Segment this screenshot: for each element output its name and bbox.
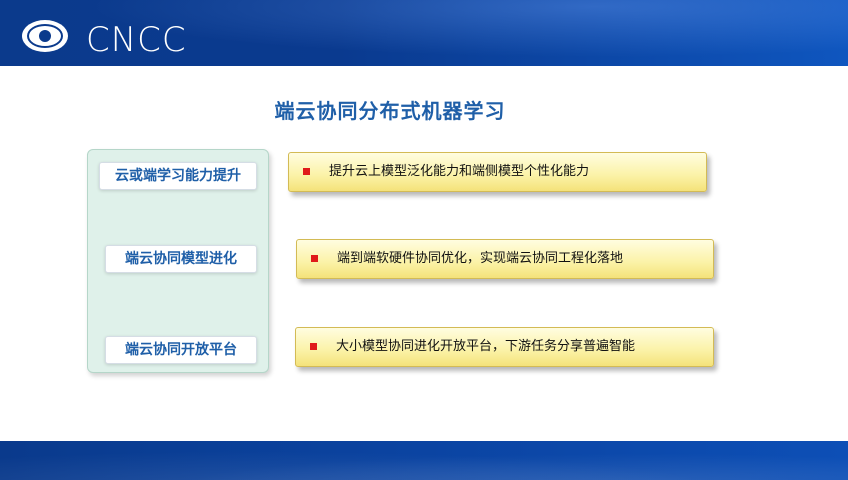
point-text-3: 大小模型协同进化开放平台，下游任务分享普遍智能	[336, 339, 636, 354]
footer-bar	[0, 441, 848, 480]
slide-title: 端云协同分布式机器学习	[274, 99, 506, 123]
point-box-3: 大小模型协同进化开放平台，下游任务分享普遍智能	[295, 327, 714, 367]
point-box-2: 端到端软硬件协同优化，实现端云协同工程化落地	[296, 239, 714, 279]
left-label-evolution: 端云协同模型进化	[105, 245, 257, 273]
red-square-bullet-icon	[311, 255, 318, 262]
left-label-learning: 云或端学习能力提升	[99, 162, 257, 190]
footer-wave	[0, 441, 848, 480]
ccf-emblem-icon	[22, 20, 68, 52]
red-square-bullet-icon	[310, 343, 317, 350]
left-label-platform: 端云协同开放平台	[105, 336, 257, 364]
brand-logo-text: CNCC	[86, 20, 187, 60]
emblem-core	[39, 30, 51, 42]
emblem-ring	[27, 24, 63, 48]
left-panel: 云或端学习能力提升 端云协同模型进化 端云协同开放平台	[87, 149, 269, 373]
point-text-1: 提升云上模型泛化能力和端侧模型个性化能力	[329, 164, 590, 179]
point-text-2: 端到端软硬件协同优化，实现端云协同工程化落地	[337, 251, 624, 266]
header-bar: CNCC	[0, 0, 848, 66]
red-square-bullet-icon	[303, 168, 310, 175]
point-box-1: 提升云上模型泛化能力和端侧模型个性化能力	[288, 152, 707, 192]
